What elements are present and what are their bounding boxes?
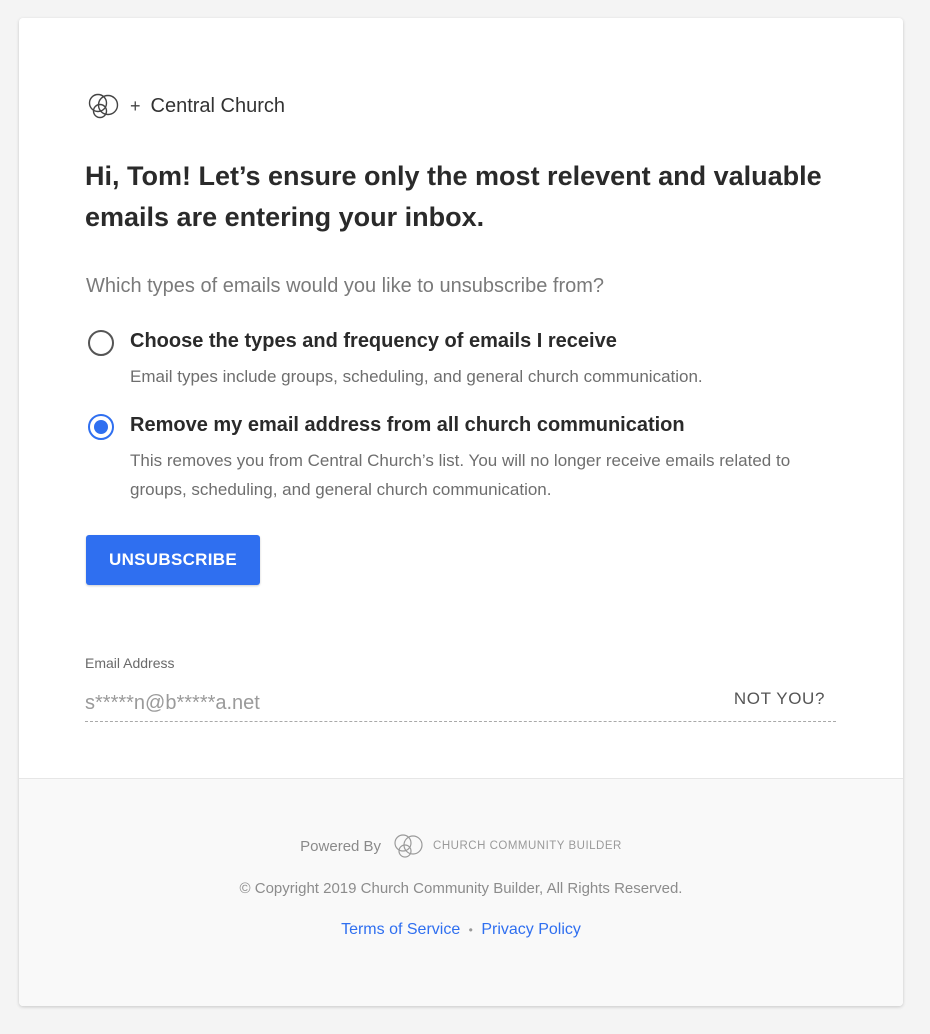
option-description: This removes you from Central Church’s l…	[130, 451, 791, 499]
copyright-text: © Copyright 2019 Church Community Builde…	[239, 880, 683, 897]
main-content: + Central Church Hi, Tom! Let’s ensure o…	[19, 18, 903, 778]
unsubscribe-question: Which types of emails would you like to …	[86, 275, 605, 297]
ccb-rings-icon	[394, 834, 423, 858]
ccb-rings-icon	[88, 93, 119, 119]
option-label[interactable]: Choose the types and frequency of emails…	[130, 330, 617, 353]
church-name: Central Church	[150, 94, 286, 117]
terms-of-service-link[interactable]: Terms of Service	[341, 921, 460, 938]
powered-by-text: Powered By	[300, 837, 382, 855]
option-description: Email types include groups, scheduling, …	[130, 367, 703, 386]
powered-by: Powered By CHURCH COMMUNITY BUILDER	[19, 831, 903, 861]
plus-sign: +	[130, 95, 141, 116]
radio-choose-types[interactable]	[88, 330, 114, 356]
footer: Powered By CHURCH COMMUNITY BUILDER © Co…	[19, 779, 903, 1006]
church-brand: + Central Church	[86, 90, 285, 122]
unsubscribe-button[interactable]: UNSUBSCRIBE	[86, 535, 260, 585]
email-field[interactable]	[85, 686, 645, 720]
link-separator: •	[468, 923, 473, 937]
radio-remove-all[interactable]	[88, 414, 114, 440]
not-you-link[interactable]: NOT YOU?	[734, 689, 825, 709]
footer-links: Terms of Service • Privacy Policy	[19, 921, 903, 939]
page-headline: Hi, Tom! Let’s ensure only the most rele…	[85, 161, 822, 232]
privacy-policy-link[interactable]: Privacy Policy	[481, 921, 581, 938]
option-label[interactable]: Remove my email address from all church …	[130, 414, 685, 437]
email-row: NOT YOU?	[85, 686, 836, 722]
unsubscribe-card: + Central Church Hi, Tom! Let’s ensure o…	[19, 18, 903, 1006]
ccb-brand-name: CHURCH COMMUNITY BUILDER	[433, 840, 622, 852]
email-label: Email Address	[85, 655, 175, 671]
